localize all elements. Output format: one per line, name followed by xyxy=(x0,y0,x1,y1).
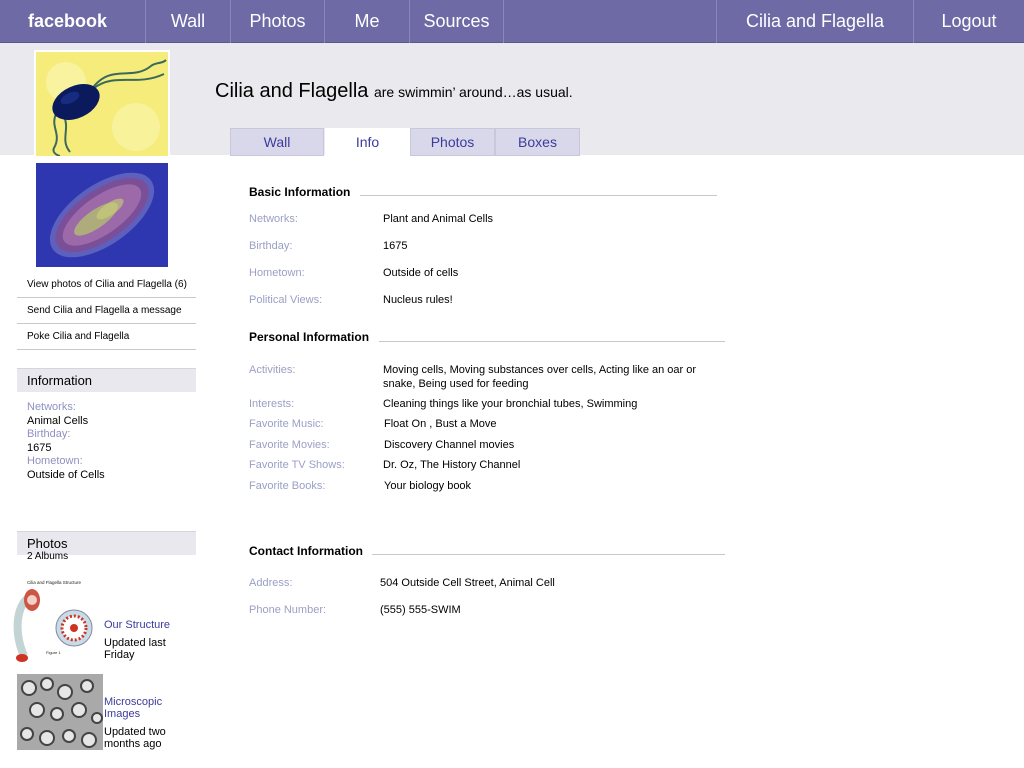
contact-information-title: Contact Information xyxy=(249,544,363,558)
favorite-books-label: Favorite Books: xyxy=(249,480,326,492)
albums-count: 2 Albums xyxy=(27,551,69,562)
figure-label: Figure 1 xyxy=(46,650,61,655)
album-microscopic-images-link[interactable]: Microscopic Images xyxy=(104,696,184,720)
tab-info[interactable]: Info xyxy=(325,128,410,156)
basic-political-label: Political Views: xyxy=(249,294,323,306)
personal-information-divider xyxy=(379,341,725,342)
favorite-books-value: Your biology book xyxy=(384,480,472,492)
favorite-tv-label: Favorite TV Shows: xyxy=(249,459,345,471)
view-photos-link[interactable]: View photos of Cilia and Flagella (6) xyxy=(17,272,196,298)
favorite-tv-value: Dr. Oz, The History Channel xyxy=(383,459,521,471)
contact-information-divider xyxy=(372,554,725,555)
profile-status-line: Cilia and Flagella are swimmin’ around…a… xyxy=(215,80,573,103)
album-microscopic-thumbnail[interactable] xyxy=(17,674,103,750)
album-microscopic-images-updated: Updated two months ago xyxy=(104,726,166,750)
tab-photos[interactable]: Photos xyxy=(410,128,495,156)
sidebar-hometown-label: Hometown: xyxy=(27,455,83,467)
sidebar-birthday-value: 1675 xyxy=(27,441,52,454)
sidebar-info-block: Networks: Animal Cells Birthday: 1675 Ho… xyxy=(27,401,197,482)
favorite-music-value: Float On , Bust a Move xyxy=(384,418,497,430)
poke-link[interactable]: Poke Cilia and Flagella xyxy=(17,324,196,350)
favorite-movies-value: Discovery Channel movies xyxy=(384,439,515,451)
personal-information-title: Personal Information xyxy=(249,330,370,344)
basic-hometown-value: Outside of cells xyxy=(383,267,459,279)
sidebar-networks-value: Animal Cells xyxy=(27,414,89,427)
basic-birthday-label: Birthday: xyxy=(249,240,293,252)
tab-boxes[interactable]: Boxes xyxy=(495,128,580,156)
facebook-logo[interactable]: facebook xyxy=(0,0,146,43)
profile-picture-flagellum[interactable] xyxy=(34,50,170,158)
diagram-title-label: Cilia and Flagella Structure xyxy=(27,580,82,585)
sidebar-birthday-label: Birthday: xyxy=(27,428,71,440)
address-value: 504 Outside Cell Street, Animal Cell xyxy=(380,577,555,589)
nav-sources-link[interactable]: Sources xyxy=(410,0,504,43)
basic-hometown-label: Hometown: xyxy=(249,267,305,279)
sidebar-networks-label: Networks: xyxy=(27,401,76,413)
address-label: Address: xyxy=(249,577,293,589)
basic-political-value: Nucleus rules! xyxy=(383,294,453,306)
basic-networks-value[interactable]: Plant and Animal Cells xyxy=(383,213,493,227)
basic-birthday-value: 1675 xyxy=(383,240,408,252)
basic-networks-label: Networks: xyxy=(249,213,298,225)
tab-wall[interactable]: Wall xyxy=(230,128,324,156)
profile-picture-cilia[interactable] xyxy=(34,161,170,269)
interests-label: Interests: xyxy=(249,398,295,410)
send-message-link[interactable]: Send Cilia and Flagella a message xyxy=(17,298,196,324)
album-our-structure-updated: Updated last Friday xyxy=(104,637,166,661)
nav-wall-link[interactable]: Wall xyxy=(146,0,231,43)
basic-information-title: Basic Information xyxy=(249,185,351,199)
interests-value: Cleaning things like your bronchial tube… xyxy=(383,398,638,410)
favorite-music-label: Favorite Music: xyxy=(249,418,324,430)
favorite-movies-label: Favorite Movies: xyxy=(249,439,330,451)
activities-value: Moving cells, Moving substances over cel… xyxy=(383,364,697,390)
sidebar-hometown-value: Outside of Cells xyxy=(27,468,105,481)
basic-information-divider xyxy=(360,195,717,196)
top-nav-bar: facebook Wall Photos Me Sources Cilia an… xyxy=(0,0,1024,43)
album-structure-thumbnail[interactable]: Cilia and Flagella Structure Figure 1 xyxy=(6,578,102,666)
nav-me-link[interactable]: Me xyxy=(325,0,410,43)
nav-photos-link[interactable]: Photos xyxy=(231,0,325,43)
profile-name[interactable]: Cilia and Flagella xyxy=(215,80,368,102)
activities-label: Activities: xyxy=(249,364,296,376)
phone-value: (555) 555-SWIM xyxy=(380,604,461,616)
status-text: are swimmin’ around…as usual. xyxy=(373,84,573,100)
information-heading: Information xyxy=(17,368,196,392)
phone-label: Phone Number: xyxy=(249,604,327,616)
nav-user-link[interactable]: Cilia and Flagella xyxy=(716,0,914,43)
album-our-structure-link[interactable]: Our Structure xyxy=(104,619,170,631)
logout-link[interactable]: Logout xyxy=(914,0,1024,43)
